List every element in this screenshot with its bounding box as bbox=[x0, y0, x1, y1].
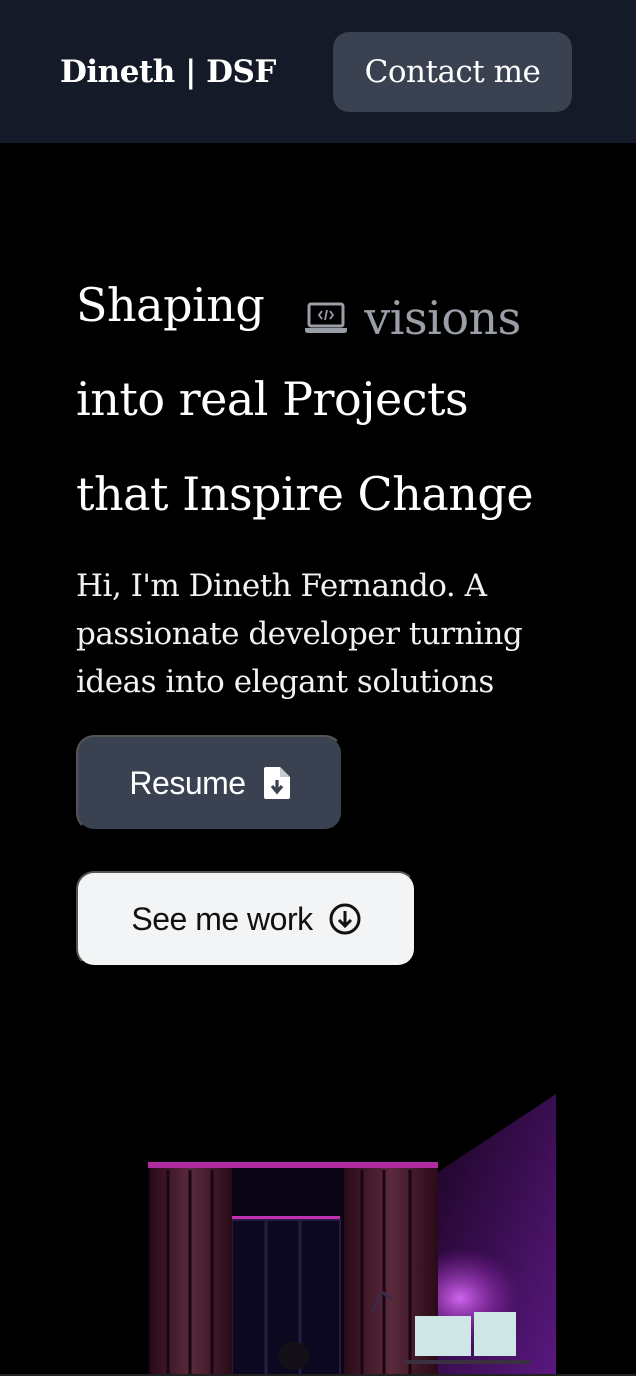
headline-line-2: into real Projects bbox=[76, 372, 469, 426]
contact-button[interactable]: Contact me bbox=[333, 31, 572, 112]
rotating-word-text: visions bbox=[364, 291, 521, 345]
file-download-icon bbox=[263, 767, 290, 799]
rotating-word: visions bbox=[304, 291, 521, 345]
hero-illustration bbox=[0, 1094, 636, 1376]
headline-word-shaping: Shaping bbox=[76, 278, 265, 332]
laptop-code-icon bbox=[305, 302, 348, 333]
intro-text: Hi, I'm Dineth Fernando. A passionate de… bbox=[76, 568, 523, 700]
navbar: Dineth | DSF Contact me bbox=[0, 0, 636, 143]
circle-arrow-down-icon bbox=[329, 903, 361, 935]
headline-line-1: Shaping visions bbox=[76, 265, 521, 345]
see-work-button[interactable]: See me work bbox=[76, 871, 416, 967]
resume-button-label: Resume bbox=[129, 764, 246, 801]
headline-line-3: that Inspire Change bbox=[76, 467, 534, 521]
resume-button[interactable]: Resume bbox=[76, 735, 343, 831]
brand-logo[interactable]: Dineth | DSF bbox=[60, 54, 276, 90]
see-work-button-label: See me work bbox=[131, 900, 313, 937]
